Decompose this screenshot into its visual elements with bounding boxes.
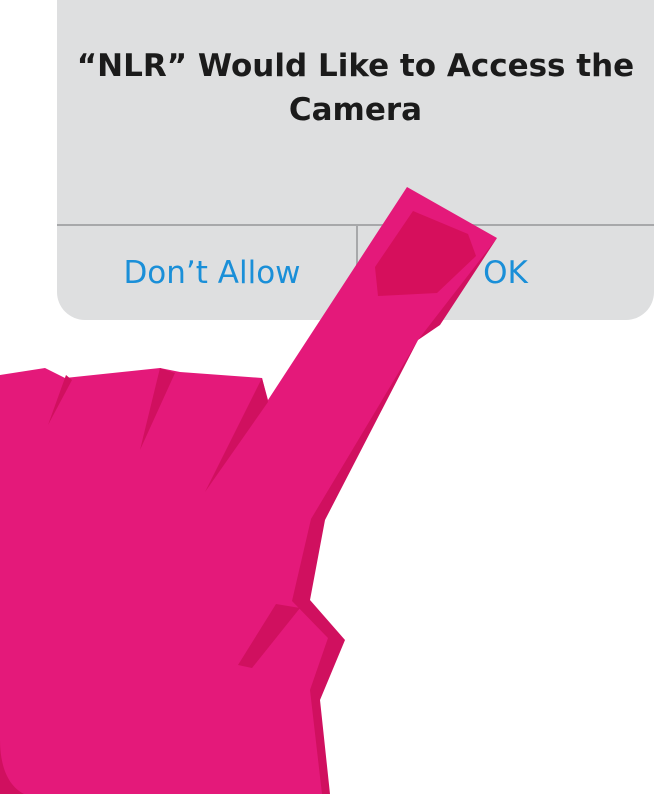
screen: “NLR” Would Like to Access the Camera Do… xyxy=(0,0,655,794)
pointing-hand-icon xyxy=(0,187,497,794)
